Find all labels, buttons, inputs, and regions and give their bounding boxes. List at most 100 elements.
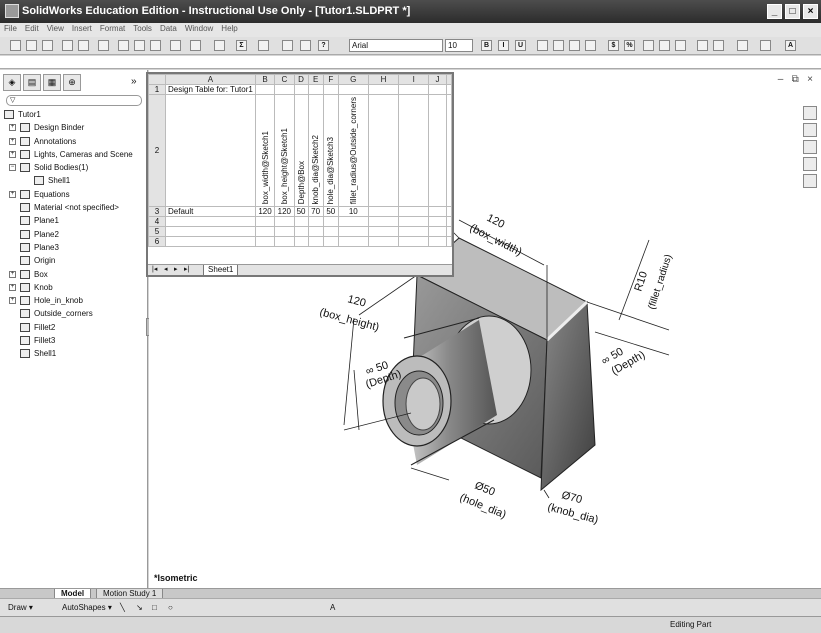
propertymanager-tab-icon[interactable]: ▤	[23, 74, 41, 91]
menu-format[interactable]: Format	[96, 23, 129, 34]
table-cell[interactable]	[367, 216, 400, 227]
table-cell[interactable]	[367, 84, 400, 95]
table-cell[interactable]	[337, 216, 369, 227]
row-header[interactable]: 1	[147, 84, 167, 95]
close-button[interactable]: ×	[803, 4, 818, 19]
prev-sheet-icon[interactable]: ◂	[164, 265, 168, 273]
open-icon[interactable]	[26, 40, 37, 51]
table-cell[interactable]	[398, 206, 429, 217]
undo-icon[interactable]	[190, 40, 201, 51]
save-icon[interactable]	[42, 40, 53, 51]
table-cell[interactable]	[427, 236, 448, 247]
dimxpert-tab-icon[interactable]: ⊕	[63, 74, 81, 91]
spelling-icon[interactable]	[98, 40, 109, 51]
table-cell[interactable]: box_height@Sketch1	[274, 94, 295, 207]
table-cell[interactable]	[337, 226, 369, 237]
comma-style-icon[interactable]	[643, 40, 654, 51]
table-cell[interactable]	[427, 216, 448, 227]
table-cell[interactable]	[293, 226, 309, 237]
table-cell[interactable]	[274, 84, 295, 95]
appearances-icon[interactable]	[803, 174, 817, 188]
tree-item-origin[interactable]: Origin	[0, 254, 148, 267]
table-cell[interactable]	[307, 216, 324, 227]
table-cell[interactable]	[446, 226, 452, 237]
view-palette-icon[interactable]	[803, 157, 817, 171]
expand-toggle-icon[interactable]: +	[9, 124, 16, 132]
table-cell[interactable]: fillet_radius@Outside_corners	[337, 94, 369, 207]
expand-toggle-icon[interactable]: +	[9, 137, 16, 145]
table-cell[interactable]	[293, 84, 309, 95]
table-cell[interactable]	[446, 216, 452, 227]
expand-toggle-icon[interactable]: +	[9, 270, 16, 278]
menu-insert[interactable]: Insert	[68, 23, 96, 34]
column-header[interactable]: G	[337, 74, 369, 85]
table-cell[interactable]	[293, 216, 309, 227]
tree-item-equations[interactable]: + Equations	[0, 188, 148, 201]
sort-icon[interactable]	[258, 40, 269, 51]
table-cell[interactable]: 120	[254, 206, 276, 217]
tree-item-plane1[interactable]: Plane1	[0, 214, 148, 227]
file-explorer-icon[interactable]	[803, 140, 817, 154]
bold-button[interactable]: B	[481, 40, 492, 51]
tree-item-solid-bodies[interactable]: − Solid Bodies(1)	[0, 161, 148, 174]
table-cell[interactable]	[165, 216, 256, 227]
expand-toggle-icon[interactable]: +	[9, 150, 16, 158]
italic-button[interactable]: I	[498, 40, 509, 51]
fill-color-icon[interactable]	[760, 40, 771, 51]
table-cell[interactable]	[446, 236, 452, 247]
next-sheet-icon[interactable]: ▸	[174, 265, 178, 273]
merge-center-icon[interactable]	[585, 40, 596, 51]
autoshapes-button[interactable]: AutoShapes ▾	[62, 603, 112, 612]
currency-button[interactable]: $	[608, 40, 619, 51]
tree-item-feature-knob[interactable]: + Knob	[0, 281, 148, 294]
featuremanager-tab-icon[interactable]: ◈	[3, 74, 21, 91]
print-preview-icon[interactable]	[78, 40, 89, 51]
column-header[interactable]: F	[322, 74, 339, 85]
table-cell[interactable]	[446, 94, 452, 207]
table-cell[interactable]	[337, 236, 369, 247]
table-cell[interactable]	[254, 84, 276, 95]
expand-toggle-icon[interactable]: −	[9, 164, 16, 172]
tree-item-body-shell1[interactable]: Shell1	[0, 174, 148, 187]
table-cell[interactable]	[446, 206, 452, 217]
tree-item-feature-hole-in-knob[interactable]: + Hole_in_knob	[0, 294, 148, 307]
last-sheet-icon[interactable]: ▸|	[184, 265, 189, 273]
table-cell[interactable]	[398, 216, 429, 227]
table-cell[interactable]: Default	[165, 206, 256, 217]
table-cell[interactable]: 50	[322, 206, 339, 217]
format-painter-icon[interactable]	[170, 40, 181, 51]
tree-item-plane2[interactable]: Plane2	[0, 228, 148, 241]
table-cell[interactable]	[446, 84, 452, 95]
table-cell[interactable]	[322, 236, 339, 247]
table-cell[interactable]: knob_dia@Sketch2	[307, 94, 324, 207]
table-cell[interactable]	[398, 84, 429, 95]
column-header[interactable]: J	[427, 74, 448, 85]
table-cell[interactable]	[322, 216, 339, 227]
table-cell[interactable]	[427, 206, 448, 217]
autosum-icon[interactable]: Σ	[236, 40, 247, 51]
table-cell[interactable]: 120	[274, 206, 295, 217]
expand-toggle-icon[interactable]: +	[9, 190, 16, 198]
align-left-icon[interactable]	[537, 40, 548, 51]
percent-button[interactable]: %	[624, 40, 635, 51]
column-header[interactable]: B	[254, 74, 276, 85]
borders-icon[interactable]	[737, 40, 748, 51]
arrow-tool-icon[interactable]: ↘	[136, 603, 143, 612]
table-cell[interactable]	[307, 236, 324, 247]
filter-input[interactable]: ▽	[6, 95, 142, 106]
column-header[interactable]: C	[274, 74, 295, 85]
design-table-sheet[interactable]: A B C D E F G H I J 1 Design Table for: Tutor1 2 box_…	[146, 72, 454, 277]
menu-edit[interactable]: Edit	[21, 23, 43, 34]
table-cell[interactable]: box_width@Sketch1	[254, 94, 276, 207]
table-cell[interactable]	[398, 226, 429, 237]
table-cell[interactable]	[322, 226, 339, 237]
solidworks-app-icon[interactable]	[5, 4, 19, 18]
font-color-draw-icon[interactable]: A	[330, 603, 335, 612]
copy-icon[interactable]	[134, 40, 145, 51]
align-center-icon[interactable]	[553, 40, 564, 51]
tree-item-material[interactable]: Material <not specified>	[0, 201, 148, 214]
column-header[interactable]: A	[165, 74, 256, 85]
menu-help[interactable]: Help	[217, 23, 241, 34]
draw-menu-button[interactable]: Draw ▾	[8, 603, 33, 612]
table-cell[interactable]	[367, 236, 400, 247]
